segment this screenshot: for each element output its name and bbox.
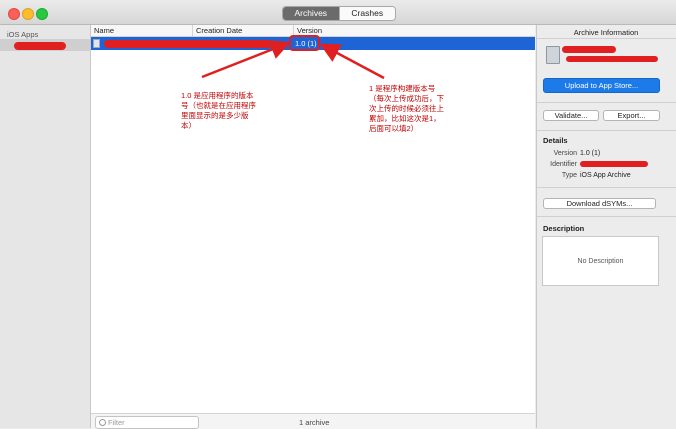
redacted-archive-date (566, 56, 658, 62)
divider (537, 216, 676, 217)
redacted-archive-title (562, 46, 616, 53)
export-button[interactable]: Export... (603, 110, 660, 121)
version-annotation: 1.0 是应用程序的版本 号（也就是在应用程序 里面显示的是多少版 本） (181, 91, 256, 130)
description-field[interactable]: No Description (542, 236, 659, 286)
redacted-identifier (580, 161, 648, 167)
divider (537, 187, 676, 188)
build-annotation: 1 是程序构建版本号 （每次上传成功后，下 次上传的时候必须往上 累加，比如这次… (369, 84, 444, 133)
divider (537, 130, 676, 131)
download-dsyms-button[interactable]: Download dSYMs... (543, 198, 656, 209)
upload-to-app-store-button[interactable]: Upload to App Store... (543, 78, 660, 93)
divider (537, 102, 676, 103)
filter-input[interactable]: Filter (95, 416, 199, 429)
divider (537, 38, 676, 39)
validate-button[interactable]: Validate... (543, 110, 599, 121)
identifier-label: Identifier (550, 161, 577, 168)
description-heading: Description (543, 224, 585, 233)
arrow-to-build-number (319, 43, 385, 80)
panel-title: Archive Information (573, 28, 639, 37)
filter-icon (99, 419, 106, 426)
version-value: 1.0 (1) (580, 150, 601, 157)
version-label: Version (553, 150, 577, 157)
type-value: iOS App Archive (580, 172, 631, 179)
arrow-to-version-number (201, 40, 291, 79)
type-label: Type (561, 172, 577, 179)
archive-document-icon (546, 46, 560, 64)
archive-count: 1 archive (299, 418, 330, 427)
details-heading: Details (543, 136, 568, 145)
